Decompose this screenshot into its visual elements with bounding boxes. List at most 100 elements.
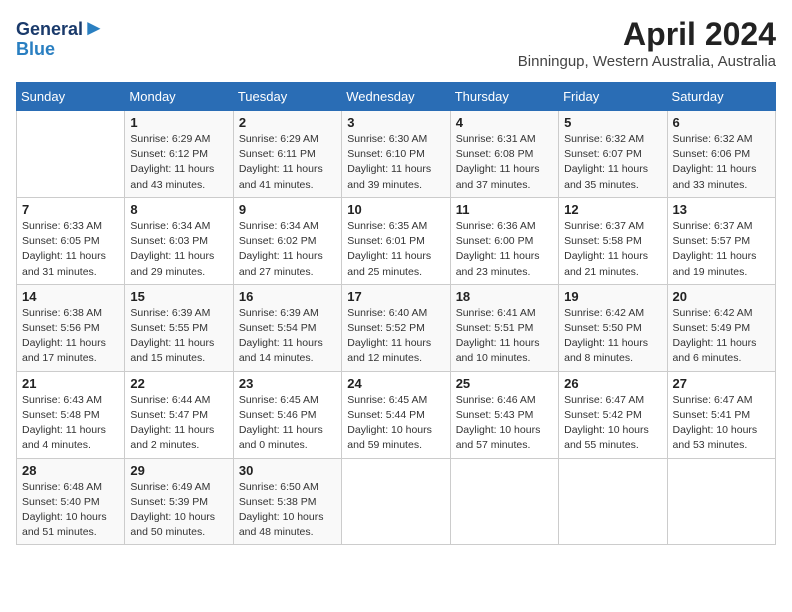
day-detail: Sunrise: 6:50 AM Sunset: 5:38 PM Dayligh… [239, 480, 336, 541]
day-detail: Sunrise: 6:29 AM Sunset: 6:12 PM Dayligh… [130, 132, 227, 193]
calendar-cell: 7Sunrise: 6:33 AM Sunset: 6:05 PM Daylig… [17, 197, 125, 284]
day-detail: Sunrise: 6:38 AM Sunset: 5:56 PM Dayligh… [22, 306, 119, 367]
calendar-cell: 18 Sunrise: 6:41 AM Sunset: 5:51 PM Dayli… [450, 284, 558, 371]
calendar-week-row: 7Sunrise: 6:33 AM Sunset: 6:05 PM Daylig… [17, 197, 776, 284]
day-detail: Sunrise: 6:35 AM Sunset: 6:01 PM Dayligh… [347, 219, 444, 280]
day-number: 3 [347, 115, 444, 130]
calendar-cell: 12 Sunrise: 6:37 AM Sunset: 5:58 PM Dayli… [559, 197, 667, 284]
day-detail: Sunrise: 6:41 AM Sunset: 5:51 PM Dayligh… [456, 306, 553, 367]
day-number: 6 [673, 115, 770, 130]
day-number: 1 [130, 115, 227, 130]
calendar-cell: 16 Sunrise: 6:39 AM Sunset: 5:54 PM Dayli… [233, 284, 341, 371]
calendar-header-row: SundayMondayTuesdayWednesdayThursdayFrid… [17, 83, 776, 111]
day-number: 24 [347, 376, 444, 391]
day-number: 17 [347, 289, 444, 304]
page-subtitle: Binningup, Western Australia, Australia [518, 53, 776, 70]
calendar-cell: 15 Sunrise: 6:39 AM Sunset: 5:55 PM Dayli… [125, 284, 233, 371]
day-number: 23 [239, 376, 336, 391]
day-number: 15 [130, 289, 227, 304]
day-number: 22 [130, 376, 227, 391]
calendar-cell: 9 Sunrise: 6:34 AM Sunset: 6:02 PM Daylig… [233, 197, 341, 284]
calendar-cell: 30 Sunrise: 6:50 AM Sunset: 5:38 PM Dayli… [233, 458, 341, 545]
day-detail: Sunrise: 6:45 AM Sunset: 5:44 PM Dayligh… [347, 393, 444, 454]
calendar-cell: 11Sunrise: 6:36 AM Sunset: 6:00 PM Dayli… [450, 197, 558, 284]
calendar-cell: 23 Sunrise: 6:45 AM Sunset: 5:46 PM Dayli… [233, 371, 341, 458]
header: General► Blue April 2024 Binningup, West… [16, 16, 776, 70]
page-title: April 2024 [518, 16, 776, 53]
calendar-week-row: 14 Sunrise: 6:38 AM Sunset: 5:56 PM Dayli… [17, 284, 776, 371]
calendar-cell: 21Sunrise: 6:43 AM Sunset: 5:48 PM Dayli… [17, 371, 125, 458]
day-number: 18 [456, 289, 553, 304]
calendar-cell: 25 Sunrise: 6:46 AM Sunset: 5:43 PM Dayli… [450, 371, 558, 458]
calendar-cell [342, 458, 450, 545]
day-detail: Sunrise: 6:30 AM Sunset: 6:10 PM Dayligh… [347, 132, 444, 193]
calendar-cell: 22 Sunrise: 6:44 AM Sunset: 5:47 PM Dayli… [125, 371, 233, 458]
day-detail: Sunrise: 6:42 AM Sunset: 5:50 PM Dayligh… [564, 306, 661, 367]
calendar-cell [450, 458, 558, 545]
day-number: 2 [239, 115, 336, 130]
calendar-header-thursday: Thursday [450, 83, 558, 111]
day-detail: Sunrise: 6:46 AM Sunset: 5:43 PM Dayligh… [456, 393, 553, 454]
calendar-cell: 20 Sunrise: 6:42 AM Sunset: 5:49 PM Dayli… [667, 284, 775, 371]
day-number: 13 [673, 202, 770, 217]
calendar-header-saturday: Saturday [667, 83, 775, 111]
day-number: 25 [456, 376, 553, 391]
day-number: 19 [564, 289, 661, 304]
calendar-cell: 4Sunrise: 6:31 AM Sunset: 6:08 PM Daylig… [450, 111, 558, 198]
calendar-cell: 1 Sunrise: 6:29 AM Sunset: 6:12 PM Daylig… [125, 111, 233, 198]
day-detail: Sunrise: 6:45 AM Sunset: 5:46 PM Dayligh… [239, 393, 336, 454]
day-detail: Sunrise: 6:34 AM Sunset: 6:02 PM Dayligh… [239, 219, 336, 280]
calendar-cell: 6 Sunrise: 6:32 AM Sunset: 6:06 PM Daylig… [667, 111, 775, 198]
day-detail: Sunrise: 6:48 AM Sunset: 5:40 PM Dayligh… [22, 480, 119, 541]
day-number: 30 [239, 463, 336, 478]
day-detail: Sunrise: 6:32 AM Sunset: 6:07 PM Dayligh… [564, 132, 661, 193]
calendar-header-monday: Monday [125, 83, 233, 111]
day-detail: Sunrise: 6:36 AM Sunset: 6:00 PM Dayligh… [456, 219, 553, 280]
day-number: 14 [22, 289, 119, 304]
day-number: 8 [130, 202, 227, 217]
calendar-header-sunday: Sunday [17, 83, 125, 111]
calendar-cell: 8 Sunrise: 6:34 AM Sunset: 6:03 PM Daylig… [125, 197, 233, 284]
calendar-header-wednesday: Wednesday [342, 83, 450, 111]
day-number: 20 [673, 289, 770, 304]
calendar-cell: 10 Sunrise: 6:35 AM Sunset: 6:01 PM Dayli… [342, 197, 450, 284]
day-detail: Sunrise: 6:37 AM Sunset: 5:58 PM Dayligh… [564, 219, 661, 280]
day-number: 16 [239, 289, 336, 304]
calendar-cell: 19 Sunrise: 6:42 AM Sunset: 5:50 PM Dayli… [559, 284, 667, 371]
calendar-cell: 14 Sunrise: 6:38 AM Sunset: 5:56 PM Dayli… [17, 284, 125, 371]
calendar-cell [667, 458, 775, 545]
day-detail: Sunrise: 6:37 AM Sunset: 5:57 PM Dayligh… [673, 219, 770, 280]
day-detail: Sunrise: 6:39 AM Sunset: 5:54 PM Dayligh… [239, 306, 336, 367]
calendar-cell: 28 Sunrise: 6:48 AM Sunset: 5:40 PM Dayli… [17, 458, 125, 545]
calendar-week-row: 21Sunrise: 6:43 AM Sunset: 5:48 PM Dayli… [17, 371, 776, 458]
day-detail: Sunrise: 6:44 AM Sunset: 5:47 PM Dayligh… [130, 393, 227, 454]
day-detail: Sunrise: 6:42 AM Sunset: 5:49 PM Dayligh… [673, 306, 770, 367]
calendar-cell [17, 111, 125, 198]
calendar-cell: 3 Sunrise: 6:30 AM Sunset: 6:10 PM Daylig… [342, 111, 450, 198]
day-detail: Sunrise: 6:43 AM Sunset: 5:48 PM Dayligh… [22, 393, 119, 454]
day-number: 4 [456, 115, 553, 130]
calendar-cell: 26Sunrise: 6:47 AM Sunset: 5:42 PM Dayli… [559, 371, 667, 458]
day-number: 5 [564, 115, 661, 130]
day-number: 28 [22, 463, 119, 478]
day-number: 10 [347, 202, 444, 217]
day-number: 29 [130, 463, 227, 478]
logo-general: General [16, 19, 83, 39]
day-detail: Sunrise: 6:32 AM Sunset: 6:06 PM Dayligh… [673, 132, 770, 193]
day-number: 12 [564, 202, 661, 217]
calendar-cell: 5 Sunrise: 6:32 AM Sunset: 6:07 PM Daylig… [559, 111, 667, 198]
calendar-cell: 2Sunrise: 6:29 AM Sunset: 6:11 PM Daylig… [233, 111, 341, 198]
calendar-table: SundayMondayTuesdayWednesdayThursdayFrid… [16, 82, 776, 545]
day-detail: Sunrise: 6:34 AM Sunset: 6:03 PM Dayligh… [130, 219, 227, 280]
title-area: April 2024 Binningup, Western Australia,… [518, 16, 776, 70]
day-detail: Sunrise: 6:39 AM Sunset: 5:55 PM Dayligh… [130, 306, 227, 367]
calendar-cell [559, 458, 667, 545]
calendar-header-tuesday: Tuesday [233, 83, 341, 111]
day-number: 27 [673, 376, 770, 391]
day-detail: Sunrise: 6:49 AM Sunset: 5:39 PM Dayligh… [130, 480, 227, 541]
calendar-cell: 24 Sunrise: 6:45 AM Sunset: 5:44 PM Dayli… [342, 371, 450, 458]
calendar-cell: 27 Sunrise: 6:47 AM Sunset: 5:41 PM Dayli… [667, 371, 775, 458]
day-detail: Sunrise: 6:47 AM Sunset: 5:41 PM Dayligh… [673, 393, 770, 454]
calendar-week-row: 1 Sunrise: 6:29 AM Sunset: 6:12 PM Daylig… [17, 111, 776, 198]
day-number: 9 [239, 202, 336, 217]
